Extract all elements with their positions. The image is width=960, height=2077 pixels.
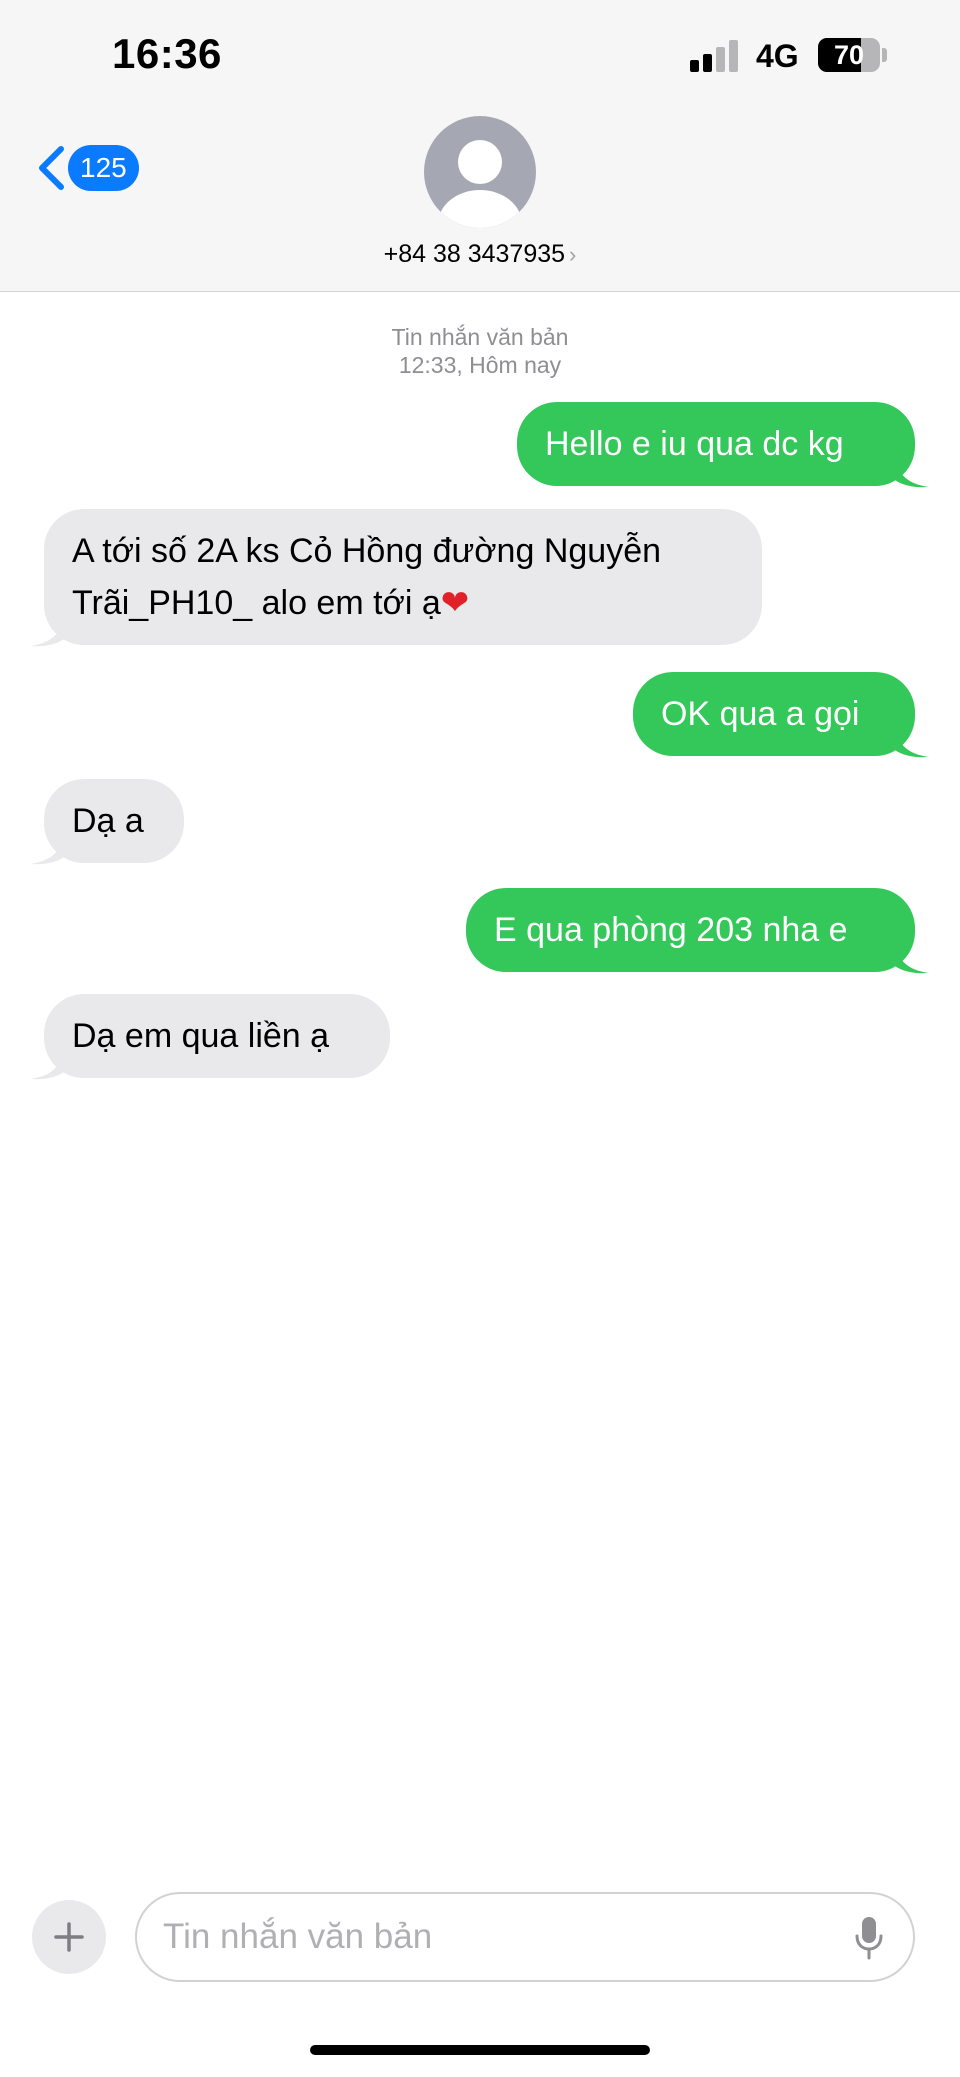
outgoing-message[interactable]: OK qua a gọi	[633, 672, 929, 758]
message-text: OK qua a gọi	[661, 695, 860, 733]
message-text-line2: Trãi_PH10_ alo em tới ạ	[72, 584, 441, 622]
contact-name[interactable]: +84 38 3437935 ›	[0, 240, 960, 269]
network-type: 4G	[756, 38, 799, 74]
bubble-tail	[30, 619, 64, 647]
back-button[interactable]: 125	[36, 142, 146, 194]
bubble-tail	[895, 730, 929, 758]
message-composer	[135, 1892, 915, 1982]
incoming-message[interactable]: A tới số 2A ks Cỏ Hồng đường Nguyễn Trãi…	[30, 509, 762, 647]
thread-timestamp: 12:33, Hôm nay	[398, 352, 562, 378]
message-text: E qua phòng 203 nha e	[494, 911, 848, 949]
plus-icon	[54, 1922, 84, 1952]
bubble-tail	[30, 837, 64, 865]
person-icon	[438, 140, 522, 228]
message-text: A tới số 2A ks Cỏ Hồng đường Nguyễn	[72, 532, 662, 570]
incoming-message[interactable]: Dạ a	[30, 779, 184, 865]
add-attachment-button[interactable]	[32, 1900, 106, 1974]
home-indicator[interactable]	[310, 2045, 650, 2055]
message-input[interactable]	[163, 1910, 823, 1964]
outgoing-message[interactable]: Hello e iu qua dc kg	[517, 402, 929, 488]
conversation-header: 16:36 4G 70 125 +84 38 3437935 ›	[0, 0, 960, 292]
message-text: Dạ em qua liền ạ	[72, 1017, 330, 1055]
contact-avatar[interactable]	[424, 116, 536, 228]
microphone-icon[interactable]	[855, 1916, 883, 1960]
status-time: 16:36	[112, 30, 222, 77]
heart-emoji: ❤	[440, 583, 470, 623]
incoming-message[interactable]: Dạ em qua liền ạ	[30, 994, 390, 1080]
battery-level: 70	[833, 40, 865, 70]
outgoing-message[interactable]: E qua phòng 203 nha e	[466, 888, 929, 974]
chevron-right-icon: ›	[569, 242, 577, 267]
bubble-tail	[30, 1052, 64, 1080]
message-text: Dạ a	[72, 802, 144, 840]
unread-count-badge: 125	[68, 145, 139, 191]
chevron-left-icon	[39, 146, 64, 190]
message-text: Hello e iu qua dc kg	[545, 425, 844, 463]
message-type-label: Tin nhắn văn bản	[391, 324, 569, 350]
contact-number: +84 38 3437935	[383, 240, 566, 268]
bubble-tail	[895, 946, 929, 974]
battery-icon: 70	[818, 38, 880, 72]
signal-strength-icon	[690, 40, 742, 72]
battery-tip	[882, 48, 887, 62]
bubble-tail	[895, 460, 929, 488]
messages-screen: 16:36 4G 70 125 +84 38 3437935 › Tin nhắ…	[0, 0, 960, 2077]
